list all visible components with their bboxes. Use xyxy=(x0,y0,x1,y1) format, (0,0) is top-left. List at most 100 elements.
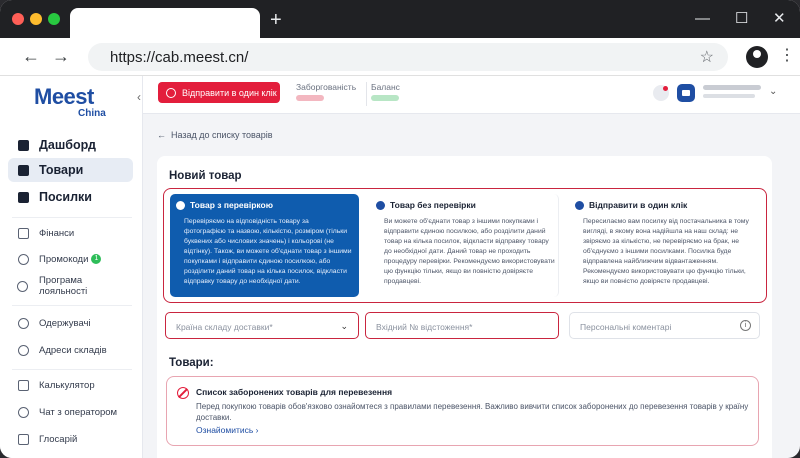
arrow-left-icon: ← xyxy=(157,130,172,140)
sidebar-item-recipients[interactable]: Одержувачі xyxy=(8,311,133,335)
star-icon xyxy=(16,279,30,293)
top-header: Відправити в один клік Заборгованість Ба… xyxy=(143,76,800,114)
sidebar-item-label: Товари xyxy=(39,163,84,177)
wallet-icon xyxy=(16,226,30,240)
option-description: Ви можете об'єднати товар з іншими покуп… xyxy=(384,218,555,285)
warehouse-country-select[interactable]: Країна складу доставки* ⌄ xyxy=(165,312,359,339)
sidebar-divider xyxy=(12,305,132,306)
location-pin-icon xyxy=(16,343,30,357)
read-more-link[interactable]: Ознайомитись › xyxy=(196,425,259,435)
balance-value-blurred xyxy=(371,95,399,101)
new-tab-icon[interactable]: + xyxy=(270,10,282,30)
percent-icon xyxy=(16,252,30,266)
sidebar-item-finance[interactable]: Фінанси xyxy=(8,221,133,245)
radio-icon xyxy=(575,200,584,210)
sidebar-item-warehouse-addresses[interactable]: Адреси складів xyxy=(8,338,133,362)
radio-icon xyxy=(376,200,385,210)
back-arrow-icon[interactable]: ← xyxy=(22,47,40,65)
sidebar-item-label: Фінанси xyxy=(39,227,75,239)
send-one-click-label: Відправити в один клік xyxy=(182,87,277,98)
option-title: Відправити в один клік xyxy=(589,200,688,210)
sidebar-item-goods[interactable]: Товари xyxy=(8,158,133,182)
debt-label: Заборгованість xyxy=(296,82,357,92)
sidebar-item-label: Одержувачі xyxy=(39,317,91,329)
send-one-click-button[interactable]: Відправити в один клік xyxy=(158,82,280,103)
sidebar-item-label: Калькулятор xyxy=(39,379,95,391)
notice-title: Список заборонених товарів для перевезен… xyxy=(196,387,393,397)
url-text: https://cab.meest.cn/ xyxy=(110,49,249,66)
option-without-check[interactable]: Товар без перевірки Ви можете об'єднати … xyxy=(370,194,559,297)
address-bar: ← → https://cab.meest.cn/ ☆ ⋮ xyxy=(0,38,800,76)
chevron-down-icon[interactable]: ⌄ xyxy=(769,86,777,97)
back-to-goods-link[interactable]: ← Назад до списку товарів xyxy=(157,130,273,140)
collapse-sidebar-icon[interactable]: ‹ xyxy=(137,90,141,104)
sidebar-item-label: Адреси складів xyxy=(39,344,107,356)
prohibited-icon xyxy=(177,387,189,399)
page-title: Новий товар xyxy=(169,170,242,182)
sidebar-item-glossary[interactable]: Глосарій xyxy=(8,427,133,451)
sidebar-item-dashboard[interactable]: Дашборд xyxy=(8,133,133,157)
user-name-blurred xyxy=(703,85,761,90)
sidebar-item-label: Промокоди xyxy=(39,253,89,265)
goods-section-title: Товари: xyxy=(169,357,214,369)
sidebar-divider xyxy=(12,369,132,370)
sidebar-item-operator-chat[interactable]: Чат з оператором xyxy=(8,400,133,424)
tracking-number-input[interactable]: Вхідний № відстоження* xyxy=(365,312,559,339)
country-placeholder: Країна складу доставки* xyxy=(176,322,273,332)
sidebar-divider xyxy=(12,217,132,218)
option-description: Пересилаємо вам посилку від постачальник… xyxy=(583,218,749,285)
sidebar-item-calculator[interactable]: Калькулятор xyxy=(8,373,133,397)
info-icon[interactable]: i xyxy=(740,320,751,331)
sidebar-item-label: Посилки xyxy=(39,190,92,204)
comments-placeholder: Персональні коментарі xyxy=(580,322,672,332)
option-title: Товар з перевіркою xyxy=(190,200,273,210)
book-icon xyxy=(16,432,30,446)
minimize-icon[interactable]: — xyxy=(695,10,710,28)
sidebar-item-promocodes[interactable]: Промокоди 1 xyxy=(8,247,133,271)
sidebar-item-label: Програма лояльності xyxy=(38,275,88,297)
sidebar-item-parcels[interactable]: Посилки xyxy=(8,185,133,209)
zoom-window-dot[interactable] xyxy=(48,13,60,25)
box-icon xyxy=(16,163,30,177)
sidebar: Meest China ‹ Дашборд Товари Посилки Фін… xyxy=(0,76,143,458)
users-icon xyxy=(16,316,30,330)
url-field[interactable]: https://cab.meest.cn/ ☆ xyxy=(88,43,728,71)
maximize-icon[interactable]: ☐ xyxy=(735,10,748,28)
balance-label: Баланс xyxy=(371,82,400,92)
logo-brand: Meest xyxy=(34,84,94,109)
profile-icon[interactable] xyxy=(746,46,768,68)
sidebar-item-label: Дашборд xyxy=(39,138,96,152)
debt-value-blurred xyxy=(296,95,324,101)
minimize-window-dot[interactable] xyxy=(30,13,42,25)
prohibited-goods-notice: Список заборонених товарів для перевезен… xyxy=(166,376,759,446)
option-with-check[interactable]: Товар з перевіркою Перевіряємо на відпов… xyxy=(170,194,359,297)
close-window-dot[interactable] xyxy=(12,13,24,25)
user-id-blurred xyxy=(703,94,755,98)
back-link-label: Назад до списку товарів xyxy=(171,130,273,140)
forward-arrow-icon[interactable]: → xyxy=(52,47,70,65)
option-description: Перевіряємо на відповідність товару за ф… xyxy=(184,218,352,285)
new-goods-card: Новий товар Товар з перевіркою Перевіряє… xyxy=(157,156,772,458)
option-one-click[interactable]: Відправити в один клік Пересилаємо вам п… xyxy=(569,194,761,297)
avatar[interactable] xyxy=(677,84,695,102)
browser-menu-icon[interactable]: ⋮ xyxy=(779,47,795,65)
promocodes-badge: 1 xyxy=(91,254,102,264)
goods-type-options: Товар з перевіркою Перевіряємо на відпов… xyxy=(163,188,767,303)
notification-bell-icon[interactable] xyxy=(653,85,669,101)
personal-comments-input[interactable]: Персональні коментарі i xyxy=(569,312,760,339)
tracking-placeholder: Вхідний № відстоження* xyxy=(376,322,473,332)
chat-icon xyxy=(16,405,30,419)
sidebar-item-label: Чат з оператором xyxy=(39,406,118,418)
bookmark-star-icon[interactable]: ☆ xyxy=(700,47,714,67)
meest-logo[interactable]: Meest China xyxy=(34,84,106,119)
logo-sub: China xyxy=(78,108,106,119)
close-icon[interactable]: ✕ xyxy=(773,10,786,28)
option-title: Товар без перевірки xyxy=(390,200,476,210)
active-tab[interactable] xyxy=(70,8,260,38)
send-icon xyxy=(166,87,176,98)
sidebar-item-loyalty[interactable]: Програма лояльності xyxy=(8,274,133,298)
header-divider xyxy=(366,82,367,106)
chevron-down-icon: ⌄ xyxy=(340,321,348,331)
radio-selected-icon xyxy=(176,200,185,210)
sidebar-item-label: Глосарій xyxy=(39,433,78,445)
